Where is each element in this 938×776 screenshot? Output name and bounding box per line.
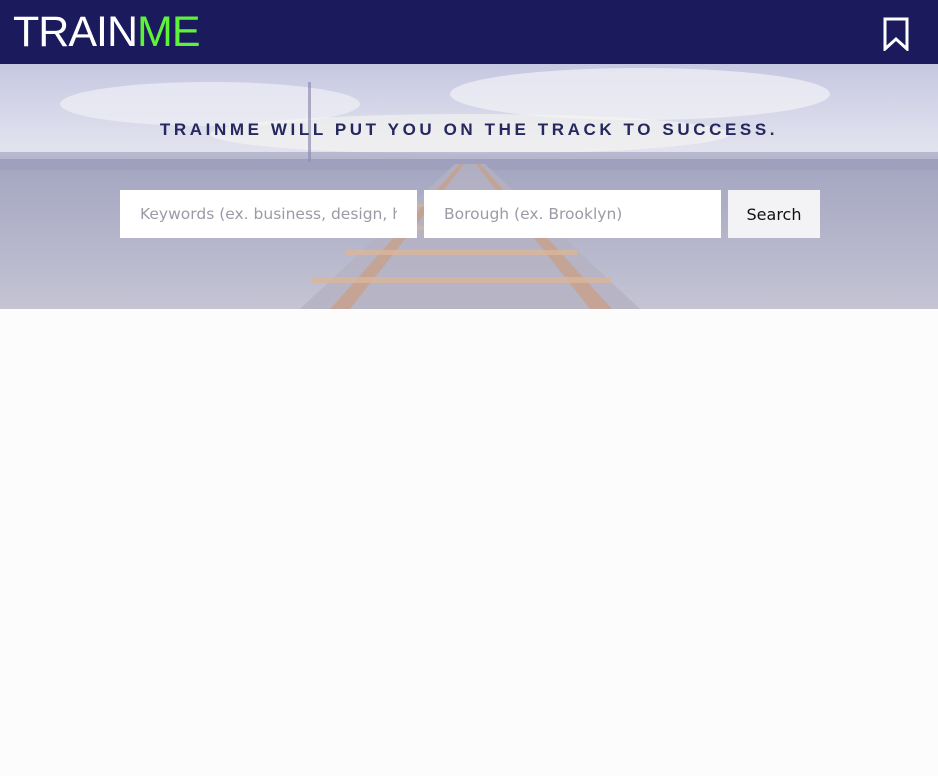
top-navbar: TRAINME: [0, 0, 938, 64]
logo[interactable]: TRAINME: [13, 8, 200, 56]
search-button[interactable]: Search: [728, 190, 820, 238]
logo-me-text: ME: [137, 8, 200, 56]
bookmark-icon[interactable]: [880, 17, 912, 51]
hero-banner: TRAINME WILL PUT YOU ON THE TRACK TO SUC…: [0, 64, 938, 309]
keywords-search-input[interactable]: [120, 190, 417, 238]
hero-tagline: TRAINME WILL PUT YOU ON THE TRACK TO SUC…: [159, 120, 779, 139]
borough-search-input[interactable]: [424, 190, 721, 238]
railway-background-image: [0, 64, 938, 309]
logo-train-text: TRAIN: [13, 8, 138, 56]
results-area: [0, 309, 938, 776]
